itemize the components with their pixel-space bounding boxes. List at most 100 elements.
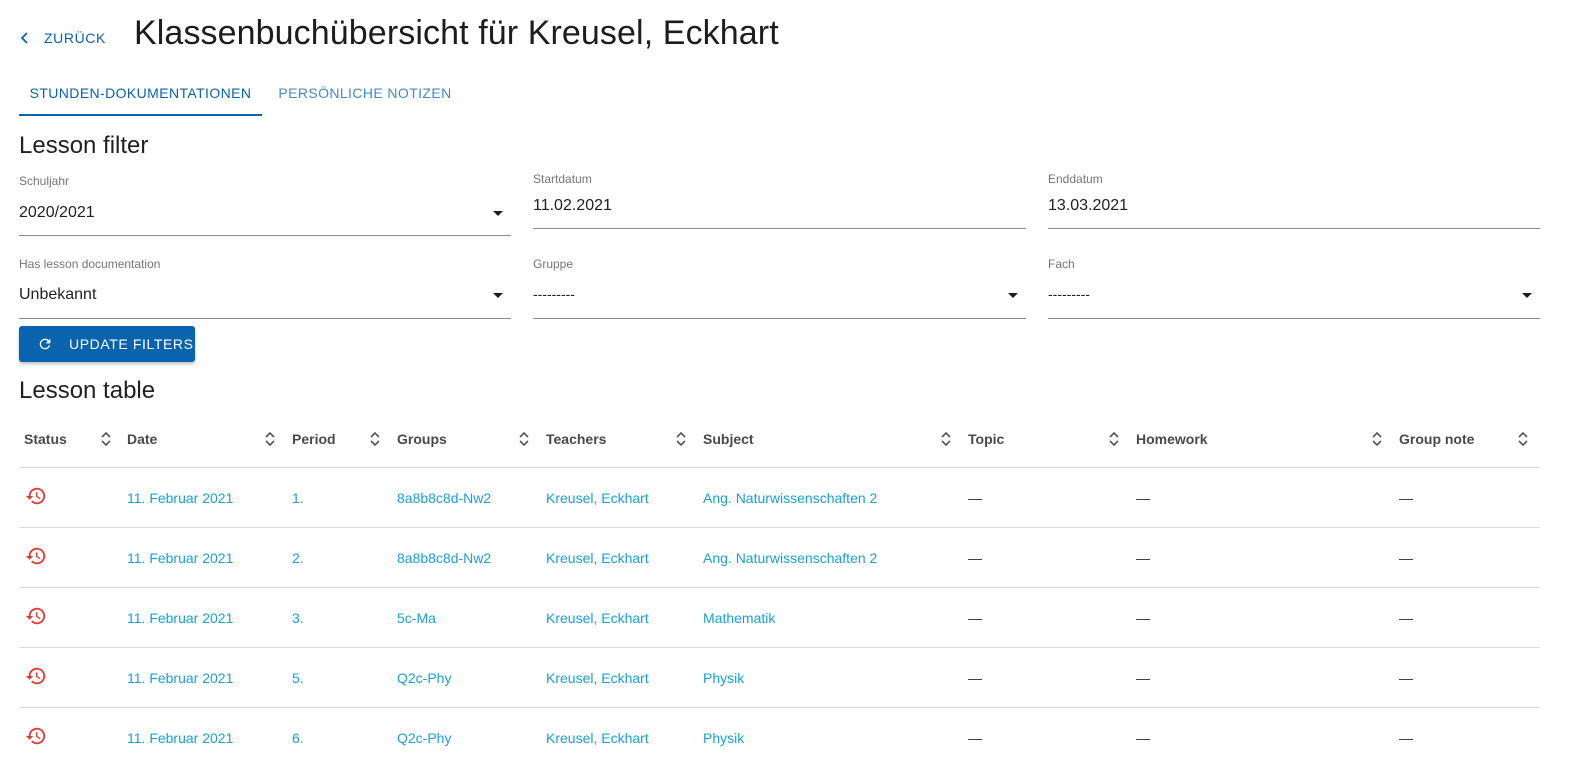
sort-icon[interactable] xyxy=(518,430,530,448)
sort-icon[interactable] xyxy=(264,430,276,448)
cell-teachers[interactable]: Kreusel, Eckhart xyxy=(546,648,649,708)
dropdown-arrow-icon xyxy=(493,211,503,216)
cell-group-note: — xyxy=(1399,670,1413,686)
cell-period[interactable]: 1. xyxy=(292,468,304,528)
column-header-homework[interactable]: Homework xyxy=(1136,410,1208,468)
cell-period[interactable]: 5. xyxy=(292,648,304,708)
has-lesson-documentation-label: Has lesson documentation xyxy=(19,257,161,271)
gruppe-select[interactable]: Gruppe --------- xyxy=(533,253,1026,319)
enddatum-value: 13.03.2021 xyxy=(1048,197,1129,214)
cell-homework: — xyxy=(1136,490,1150,506)
cell-groups[interactable]: 8a8b8c8d-Nw2 xyxy=(397,528,491,588)
sort-icon[interactable] xyxy=(100,430,112,448)
history-icon xyxy=(25,487,46,505)
cell-period[interactable]: 6. xyxy=(292,708,304,759)
cell-teachers[interactable]: Kreusel, Eckhart xyxy=(546,468,649,528)
sort-icon[interactable] xyxy=(1108,430,1120,448)
cell-date[interactable]: 11. Februar 2021 xyxy=(127,708,233,759)
cell-teachers[interactable]: Kreusel, Eckhart xyxy=(546,588,649,648)
history-icon xyxy=(25,607,46,625)
table-row[interactable]: 11. Februar 2021 6. Q2c-Phy Kreusel, Eck… xyxy=(19,708,1540,759)
cell-groups[interactable]: Q2c-Phy xyxy=(397,648,451,708)
cell-date[interactable]: 11. Februar 2021 xyxy=(127,588,233,648)
dropdown-arrow-icon xyxy=(493,293,503,298)
refresh-icon xyxy=(39,338,51,350)
cell-date[interactable]: 11. Februar 2021 xyxy=(127,648,233,708)
history-icon xyxy=(25,727,46,745)
column-header-topic[interactable]: Topic xyxy=(968,410,1004,468)
tab-bar: STUNDEN-DOKUMENTATIONEN PERSÖNLICHE NOTI… xyxy=(19,70,468,116)
column-header-subject[interactable]: Subject xyxy=(703,410,754,468)
cell-period[interactable]: 2. xyxy=(292,528,304,588)
cell-group-note: — xyxy=(1399,550,1413,566)
sort-icon[interactable] xyxy=(675,430,687,448)
column-header-group-note[interactable]: Group note xyxy=(1399,410,1474,468)
cell-teachers[interactable]: Kreusel, Eckhart xyxy=(546,708,649,759)
schuljahr-value: 2020/2021 xyxy=(19,204,95,221)
sort-icon[interactable] xyxy=(1517,430,1529,448)
back-button[interactable]: ZURÜCK xyxy=(20,24,106,52)
sort-icon[interactable] xyxy=(1371,430,1383,448)
sort-icon[interactable] xyxy=(369,430,381,448)
lesson-table: Status Date Period Groups Teachers Subje… xyxy=(19,410,1540,759)
startdatum-field[interactable]: Startdatum 11.02.2021 xyxy=(533,168,1026,229)
page-title: Klassenbuchübersicht für Kreusel, Eckhar… xyxy=(134,14,779,52)
gruppe-label: Gruppe xyxy=(533,257,574,271)
cell-topic: — xyxy=(968,670,982,686)
fach-select[interactable]: Fach --------- xyxy=(1048,253,1540,319)
cell-subject[interactable]: Mathematik xyxy=(703,588,775,648)
enddatum-field[interactable]: Enddatum 13.03.2021 xyxy=(1048,168,1540,229)
table-row[interactable]: 11. Februar 2021 3. 5c-Ma Kreusel, Eckha… xyxy=(19,588,1540,648)
has-lesson-documentation-select[interactable]: Has lesson documentation Unbekannt xyxy=(19,253,511,319)
chevron-left-icon xyxy=(20,32,30,44)
startdatum-value: 11.02.2021 xyxy=(533,197,612,214)
cell-teachers[interactable]: Kreusel, Eckhart xyxy=(546,528,649,588)
cell-topic: — xyxy=(968,610,982,626)
cell-groups[interactable]: 5c-Ma xyxy=(397,588,436,648)
cell-subject[interactable]: Ang. Naturwissenschaften 2 xyxy=(703,528,877,588)
cell-group-note: — xyxy=(1399,730,1413,746)
cell-topic: — xyxy=(968,550,982,566)
cell-homework: — xyxy=(1136,550,1150,566)
column-header-date[interactable]: Date xyxy=(127,410,157,468)
startdatum-label: Startdatum xyxy=(533,172,592,186)
cell-topic: — xyxy=(968,730,982,746)
fach-label: Fach xyxy=(1048,257,1075,271)
update-filters-label: UPDATE FILTERS xyxy=(69,336,194,352)
cell-subject[interactable]: Ang. Naturwissenschaften 2 xyxy=(703,468,877,528)
column-header-period[interactable]: Period xyxy=(292,410,336,468)
cell-topic: — xyxy=(968,490,982,506)
sort-icon[interactable] xyxy=(940,430,952,448)
table-row[interactable]: 11. Februar 2021 1. 8a8b8c8d-Nw2 Kreusel… xyxy=(19,468,1540,528)
gruppe-value: --------- xyxy=(533,286,575,302)
has-lesson-documentation-value: Unbekannt xyxy=(19,286,97,303)
history-icon xyxy=(25,547,46,565)
back-button-label: ZURÜCK xyxy=(44,30,106,46)
tab-stunden-dokumentationen[interactable]: STUNDEN-DOKUMENTATIONEN xyxy=(19,70,262,116)
table-row[interactable]: 11. Februar 2021 2. 8a8b8c8d-Nw2 Kreusel… xyxy=(19,528,1540,588)
cell-subject[interactable]: Physik xyxy=(703,648,744,708)
schuljahr-select[interactable]: Schuljahr 2020/2021 xyxy=(19,170,511,236)
fach-value: --------- xyxy=(1048,286,1090,302)
cell-date[interactable]: 11. Februar 2021 xyxy=(127,468,233,528)
dropdown-arrow-icon xyxy=(1522,293,1532,298)
schuljahr-label: Schuljahr xyxy=(19,174,70,188)
tab-persoenliche-notizen[interactable]: PERSÖNLICHE NOTIZEN xyxy=(262,70,468,116)
cell-groups[interactable]: 8a8b8c8d-Nw2 xyxy=(397,468,491,528)
cell-group-note: — xyxy=(1399,490,1413,506)
column-header-groups[interactable]: Groups xyxy=(397,410,447,468)
cell-period[interactable]: 3. xyxy=(292,588,304,648)
enddatum-label: Enddatum xyxy=(1048,172,1103,186)
column-header-status[interactable]: Status xyxy=(24,410,67,468)
history-icon xyxy=(25,667,46,685)
cell-group-note: — xyxy=(1399,610,1413,626)
cell-groups[interactable]: Q2c-Phy xyxy=(397,708,451,759)
page-header: ZURÜCK Klassenbuchübersicht für Kreusel,… xyxy=(0,0,1590,70)
column-header-teachers[interactable]: Teachers xyxy=(546,410,606,468)
cell-date[interactable]: 11. Februar 2021 xyxy=(127,528,233,588)
table-row[interactable]: 11. Februar 2021 5. Q2c-Phy Kreusel, Eck… xyxy=(19,648,1540,708)
cell-homework: — xyxy=(1136,730,1150,746)
cell-subject[interactable]: Physik xyxy=(703,708,744,759)
update-filters-button[interactable]: UPDATE FILTERS xyxy=(19,326,195,362)
lesson-filter-title: Lesson filter xyxy=(19,132,149,159)
